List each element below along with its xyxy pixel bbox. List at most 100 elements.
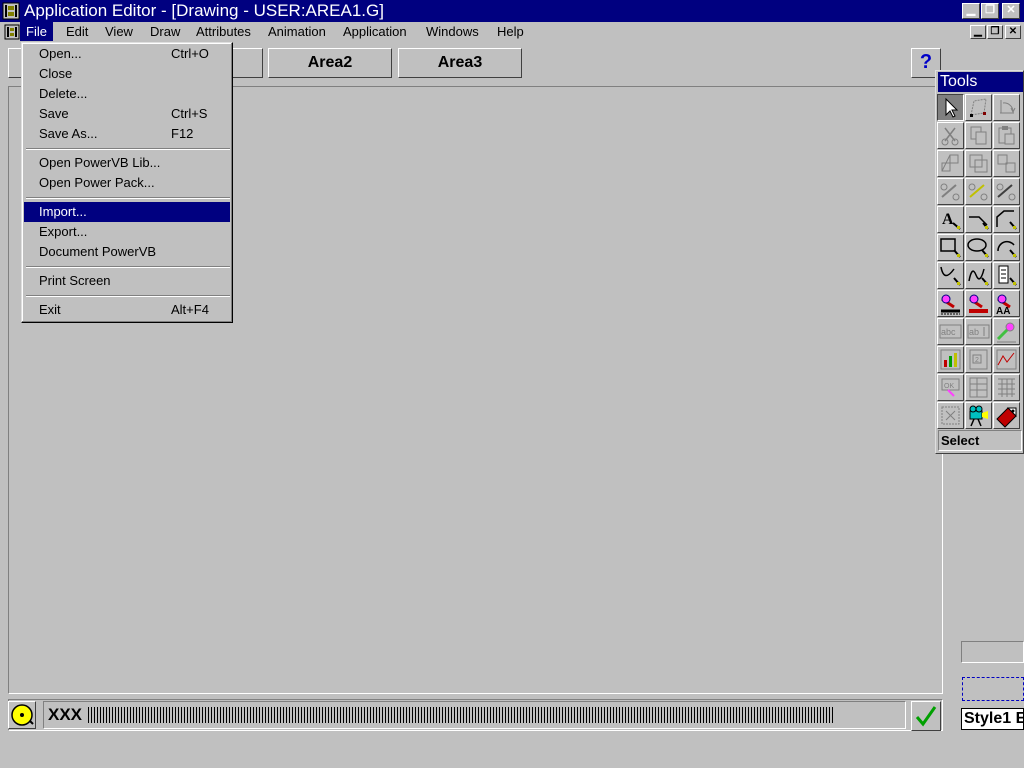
tool-button[interactable] [993, 234, 1020, 261]
restore-button[interactable]: ❐ [981, 3, 999, 19]
tool-button[interactable] [937, 290, 964, 317]
tool-button[interactable] [965, 262, 992, 289]
tool-button[interactable] [937, 122, 964, 149]
tool-button[interactable] [993, 402, 1020, 429]
menu-item-label: Open... [39, 46, 82, 61]
tool-button[interactable] [965, 402, 992, 429]
curve-tool-icon [940, 266, 961, 286]
menu-open[interactable]: Open... Ctrl+O [24, 44, 230, 64]
svg-text:abc: abc [941, 327, 956, 337]
menu-help[interactable]: Help [491, 22, 530, 41]
tool-button[interactable] [993, 262, 1020, 289]
menu-view[interactable]: View [99, 22, 139, 41]
tag-icon [996, 407, 1017, 428]
close-button[interactable]: ✕ [1002, 3, 1020, 19]
menu-delete[interactable]: Delete... [24, 84, 230, 104]
tool-button[interactable] [937, 262, 964, 289]
tool-button[interactable]: abc [937, 318, 964, 345]
rotate-icon [1000, 100, 1016, 114]
tool-button[interactable] [965, 94, 992, 121]
minimize-button[interactable]: ▁ [962, 3, 980, 19]
font-style-icon: AA [996, 294, 1011, 316]
tool-button[interactable] [937, 150, 964, 177]
restore-icon: ❐ [990, 26, 1000, 37]
tool-button[interactable] [937, 178, 964, 205]
menu-bar: File Edit View Draw Attributes Animation… [0, 22, 1024, 42]
paste-icon [998, 126, 1015, 145]
tool-button[interactable] [965, 234, 992, 261]
menu-exit[interactable]: Exit Alt+F4 [24, 300, 230, 320]
align-icon [997, 154, 1016, 173]
tool-button[interactable]: AA [993, 290, 1020, 317]
menu-close[interactable]: Close [24, 64, 230, 84]
menu-application[interactable]: Application [337, 22, 413, 41]
menu-separator [26, 197, 230, 199]
tool-button[interactable] [937, 94, 964, 121]
tool-button[interactable] [993, 346, 1020, 373]
menu-open-power-pack[interactable]: Open Power Pack... [24, 173, 230, 193]
tool-button[interactable] [965, 374, 992, 401]
menu-save[interactable]: Save Ctrl+S [24, 104, 230, 124]
tool-button[interactable] [993, 178, 1020, 205]
line-style-icon [941, 294, 960, 315]
tool-button[interactable] [965, 122, 992, 149]
tool-button[interactable] [993, 318, 1020, 345]
tool-button[interactable] [993, 122, 1020, 149]
tool-button[interactable] [993, 94, 1020, 121]
document-film-icon[interactable] [4, 24, 20, 40]
disc-button[interactable] [8, 701, 36, 729]
doc-minimize-button[interactable]: ▁ [970, 25, 986, 39]
tool-button[interactable] [993, 374, 1020, 401]
tool-button[interactable]: A [937, 206, 964, 233]
menu-edit[interactable]: Edit [60, 22, 94, 41]
menu-windows[interactable]: Windows [420, 22, 485, 41]
menu-item-label: Delete... [39, 86, 88, 101]
area3-button[interactable]: Area3 [398, 48, 522, 78]
menu-separator [26, 148, 230, 150]
minimize-icon: ▁ [974, 26, 982, 37]
polyline-tool-icon [996, 210, 1017, 230]
menu-animation[interactable]: Animation [262, 22, 332, 41]
app-film-icon[interactable] [2, 2, 20, 20]
close-icon: ✕ [1006, 4, 1016, 16]
cut-icon [941, 127, 959, 146]
tool-button[interactable]: 2 [965, 346, 992, 373]
ellipse-tool-icon [967, 238, 989, 258]
tool-button[interactable] [965, 178, 992, 205]
tool-button[interactable]: OK [937, 374, 964, 401]
menu-save-as[interactable]: Save As... F12 [24, 124, 230, 144]
menu-attributes[interactable]: Attributes [190, 22, 257, 41]
tool-button[interactable] [965, 206, 992, 233]
menu-document-powervb[interactable]: Document PowerVB [24, 242, 230, 262]
menu-item-shortcut: Ctrl+O [171, 46, 209, 61]
help-question-icon: ? [919, 51, 933, 73]
tool-button[interactable] [993, 150, 1020, 177]
command-ruler [88, 707, 834, 723]
tool-button[interactable] [965, 150, 992, 177]
menu-file[interactable]: File [20, 22, 53, 41]
doc-restore-button[interactable]: ❐ [987, 25, 1003, 39]
menu-item-shortcut: Alt+F4 [171, 302, 209, 317]
menu-export[interactable]: Export... [24, 222, 230, 242]
area2-button[interactable]: Area2 [268, 48, 392, 78]
property-field[interactable] [961, 641, 1024, 663]
style-field[interactable]: Style1 E [961, 708, 1024, 730]
menu-print-screen[interactable]: Print Screen [24, 271, 230, 291]
menu-draw[interactable]: Draw [144, 22, 186, 41]
tool-button[interactable] [965, 290, 992, 317]
tool-button[interactable] [993, 206, 1020, 233]
doc-close-button[interactable]: ✕ [1005, 25, 1021, 39]
tool-button[interactable]: ab [965, 318, 992, 345]
menu-item-label: Close [39, 66, 73, 81]
window-title: Application Editor - [Drawing - USER:ARE… [24, 1, 384, 20]
menu-open-powervb-lib[interactable]: Open PowerVB Lib... [24, 153, 230, 173]
tools-title[interactable]: Tools [938, 72, 1023, 92]
link-yellow-icon [968, 183, 988, 201]
tool-button[interactable] [937, 234, 964, 261]
tool-button[interactable] [937, 346, 964, 373]
tool-button[interactable] [937, 402, 964, 429]
camera-icon [969, 405, 988, 427]
menu-import[interactable]: Import... [24, 202, 230, 222]
accept-button[interactable] [911, 701, 941, 731]
minimize-icon: ▁ [966, 4, 976, 16]
